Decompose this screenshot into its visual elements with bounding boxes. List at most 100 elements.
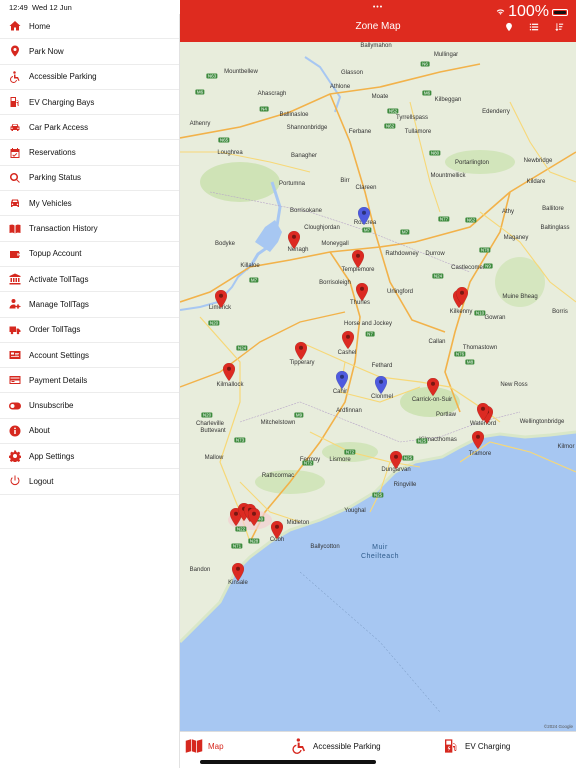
- pin-thurles[interactable]: [355, 282, 369, 302]
- road-number-badge: N77: [438, 216, 450, 222]
- map-pin-icon: [341, 330, 355, 350]
- road-number-badge: N76: [454, 351, 466, 357]
- sidebar-item-reservations[interactable]: Reservations: [0, 140, 179, 166]
- pin-cashel[interactable]: [341, 330, 355, 350]
- tab-ev-charging[interactable]: EV Charging: [442, 738, 510, 754]
- pin-kinsale[interactable]: [231, 562, 245, 582]
- search-icon: [8, 171, 22, 185]
- sidebar-item-ev-charging-bays[interactable]: EV Charging Bays: [0, 90, 179, 116]
- place-label: Ballinasloe: [279, 112, 309, 118]
- tab-label: EV Charging: [465, 741, 511, 751]
- wheelchair-icon: [292, 738, 305, 754]
- place-label: Mountmellick: [430, 173, 466, 179]
- place-label: Mountbellew: [224, 69, 258, 75]
- place-label: New Ross: [500, 382, 528, 388]
- sidebar-item-logout[interactable]: Logout: [0, 469, 179, 495]
- place-label: Moate: [371, 94, 389, 100]
- place-label: Muine Bheag: [502, 294, 538, 300]
- sidebar-item-my-vehicles[interactable]: My Vehicles: [0, 191, 179, 217]
- road-number-badge: N72: [344, 449, 356, 455]
- place-label: Athlone: [329, 84, 351, 90]
- sidebar-item-home[interactable]: Home: [0, 14, 179, 40]
- place-label: Tramore: [468, 451, 492, 457]
- place-label: Thomastown: [462, 345, 498, 351]
- calendar-check-icon: [8, 146, 22, 160]
- place-label: Shannonbridge: [286, 125, 328, 131]
- place-label: Midleton: [286, 520, 310, 526]
- sidebar-item-manage-tolltags[interactable]: Manage TollTags: [0, 292, 179, 318]
- sidebar-item-account-settings[interactable]: Account Settings: [0, 343, 179, 369]
- road-number-badge: N62: [465, 217, 477, 223]
- sidebar-item-label: Unsubscribe: [29, 401, 74, 411]
- pin-tramore[interactable]: [471, 430, 485, 450]
- pin-tipperary[interactable]: [294, 341, 308, 361]
- tab-label: Map: [208, 741, 224, 751]
- pin-limerick[interactable]: [214, 289, 228, 309]
- pin-cork-4[interactable]: [247, 507, 261, 527]
- pin-kilkenny-2[interactable]: [455, 286, 469, 306]
- sidebar-item-label: Topup Account: [29, 249, 82, 259]
- sidebar-item-park-now[interactable]: Park Now: [0, 39, 179, 65]
- place-label: Cahir: [332, 389, 348, 395]
- list-view-button[interactable]: [527, 20, 541, 34]
- page-title: Zone Map: [355, 21, 401, 32]
- id-card-icon: [8, 348, 22, 362]
- place-label: Borrisokane: [289, 208, 323, 214]
- place-label: Horse and Jockey: [343, 321, 393, 327]
- sidebar-item-car-park-access[interactable]: Car Park Access: [0, 115, 179, 141]
- sidebar-item-about[interactable]: About: [0, 419, 179, 445]
- place-label: Tyrrellspass: [395, 115, 429, 121]
- place-label: Urlingford: [386, 289, 414, 295]
- sidebar-item-accessible-parking[interactable]: Accessible Parking: [0, 65, 179, 90]
- place-label: Mallow: [204, 455, 224, 461]
- sort-button[interactable]: [552, 20, 566, 34]
- sidebar-item-unsubscribe[interactable]: Unsubscribe: [0, 393, 179, 419]
- place-label: Mullingar: [433, 52, 459, 58]
- road-number-badge: N6: [420, 61, 430, 67]
- place-label: Rathdowney: [385, 251, 419, 257]
- zone-map[interactable]: Ballymahon Mullingar Mountbellew Glasson Aha…: [180, 42, 576, 731]
- map-pin-icon: [389, 450, 403, 470]
- pin-cahir[interactable]: [335, 370, 349, 390]
- sidebar-item-label: Activate TollTags: [29, 274, 89, 284]
- road-number-badge: N71: [231, 543, 243, 549]
- sidebar-item-transaction-history[interactable]: Transaction History: [0, 216, 179, 242]
- tab-accessible-parking[interactable]: Accessible Parking: [290, 738, 381, 754]
- place-label: Ballymahon: [360, 43, 392, 49]
- location-button[interactable]: [502, 20, 516, 34]
- pin-carrick[interactable]: [426, 377, 440, 397]
- road-number-badge: N72: [302, 460, 314, 466]
- pin-nenagh[interactable]: [287, 230, 301, 250]
- sidebar-item-order-tolltags[interactable]: Order TollTags: [0, 318, 179, 343]
- pin-kilmallock[interactable]: [222, 362, 236, 382]
- place-label: Ballycotton: [310, 544, 340, 550]
- pin-roscrea[interactable]: [357, 206, 371, 226]
- sidebar-item-label: Order TollTags: [29, 325, 81, 335]
- place-label: Ahascragh: [257, 91, 287, 97]
- pin-templemore[interactable]: [351, 249, 365, 269]
- sidebar-item-app-settings[interactable]: App Settings: [0, 444, 179, 470]
- pin-clonmel[interactable]: [374, 375, 388, 395]
- place-label: Fethard: [371, 363, 393, 369]
- map-pin-icon: [214, 289, 228, 309]
- sidebar-item-topup-account[interactable]: Topup Account: [0, 242, 179, 267]
- sidebar-item-parking-status[interactable]: Parking Status: [0, 166, 179, 192]
- place-label: Cashel: [337, 350, 357, 356]
- place-label: Bodyke: [214, 241, 236, 247]
- place-label: Kildare: [526, 179, 546, 185]
- place-label: Portlaw: [435, 412, 457, 418]
- tab-map[interactable]: Map: [185, 738, 224, 754]
- pin-cobh[interactable]: [270, 520, 284, 540]
- sidebar-item-activate-tolltags[interactable]: Activate TollTags: [0, 267, 179, 293]
- book-icon: [8, 222, 22, 236]
- road-number-badge: N24: [236, 345, 248, 351]
- sea-label-line: Cheilteach: [360, 553, 400, 560]
- pin-waterford-2[interactable]: [476, 402, 490, 422]
- ev-charger-icon: [445, 739, 457, 753]
- place-label: Ardfinnan: [336, 408, 362, 414]
- place-label: Lismore: [329, 457, 351, 463]
- sidebar-item-label: App Settings: [29, 451, 75, 461]
- road-number-badge: M7: [400, 229, 410, 235]
- sidebar-item-payment-details[interactable]: Payment Details: [0, 368, 179, 394]
- pin-dungarvan[interactable]: [389, 450, 403, 470]
